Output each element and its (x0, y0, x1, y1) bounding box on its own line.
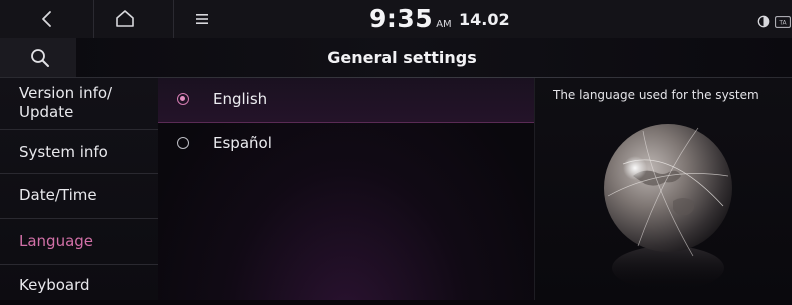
globe-icon (593, 106, 743, 300)
language-option-english[interactable]: English (158, 78, 534, 123)
sidebar-item-language[interactable]: Language (0, 219, 158, 265)
clock-ampm: AM (436, 19, 452, 30)
traffic-info-icon: TA (775, 13, 791, 28)
traffic-info-badge: TA (778, 20, 787, 27)
sidebar-item-label: Date/Time (19, 186, 97, 204)
sidebar-item-label: System info (19, 143, 108, 161)
sidebar-item-keyboard[interactable]: Keyboard (0, 265, 158, 305)
sidebar-item-label: Version info/ (19, 84, 113, 102)
language-list: English Español (158, 78, 534, 300)
clock-time: 9:35 (369, 4, 434, 33)
info-panel: The language used for the system (534, 78, 792, 300)
clock-date: 14.02 (459, 10, 510, 29)
menu-icon[interactable] (194, 11, 210, 27)
page-title: General settings (327, 48, 477, 67)
sidebar-item-label: Keyboard (19, 276, 90, 294)
home-icon[interactable] (113, 7, 137, 31)
search-button[interactable] (0, 38, 76, 78)
separator (173, 0, 174, 38)
radio-selected-icon (177, 93, 189, 105)
sidebar-item-label: Update (19, 103, 74, 121)
status-bar: 9:35 AM 14.02 TA (0, 0, 792, 38)
clock: 9:35 AM (369, 4, 452, 34)
separator (93, 0, 94, 38)
sidebar-item-date-time[interactable]: Date/Time (0, 174, 158, 219)
radio-unselected-icon (177, 137, 189, 149)
sidebar-item-version-info[interactable]: Version info/ Update (0, 78, 158, 130)
sidebar-item-label: Language (19, 232, 94, 250)
info-description: The language used for the system (553, 88, 759, 102)
search-icon (29, 47, 51, 69)
sidebar: Version info/ Update System info Date/Ti… (0, 78, 158, 300)
language-option-espanol[interactable]: Español (158, 122, 534, 166)
language-option-label: English (213, 90, 268, 108)
sidebar-item-system-info[interactable]: System info (0, 130, 158, 174)
language-option-label: Español (213, 134, 272, 152)
back-icon[interactable] (36, 8, 58, 30)
theme-icon (757, 13, 770, 28)
